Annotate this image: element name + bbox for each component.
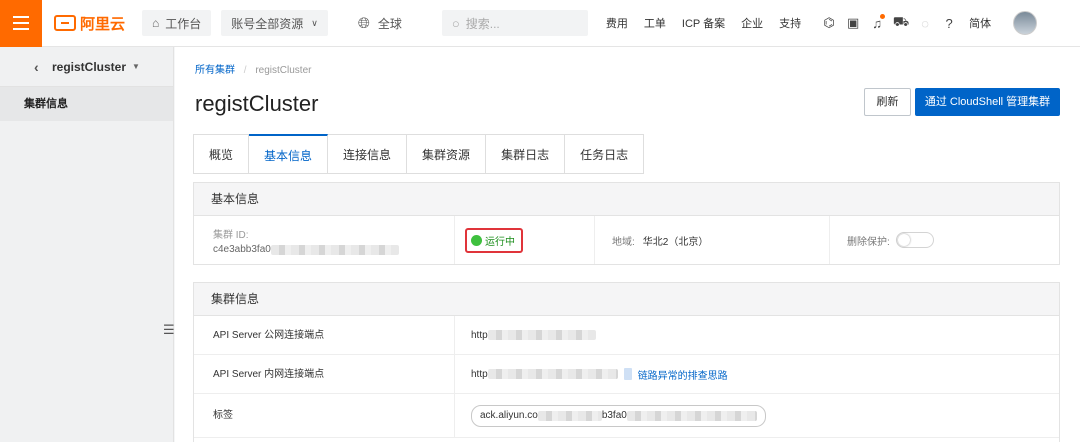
- redacted-tag-blur: [626, 410, 757, 421]
- public-endpoint-value: http: [455, 316, 1059, 354]
- terminal-icon[interactable]: ▣: [841, 15, 865, 31]
- public-endpoint-text: http: [471, 329, 488, 341]
- table-row: API Server 公网连接端点 http: [194, 316, 1059, 355]
- cluster-id-label: 集群 ID:: [213, 230, 249, 241]
- help-icon[interactable]: ?: [937, 16, 961, 31]
- aliyun-logo[interactable]: 阿里云: [54, 13, 134, 34]
- status-running-icon: [471, 234, 482, 246]
- caret-down-icon: ▼: [132, 62, 140, 71]
- basic-info-heading: 基本信息: [194, 183, 1059, 216]
- region-value: 华北2（北京）: [642, 236, 709, 248]
- breadcrumb-all-clusters[interactable]: 所有集群: [195, 65, 235, 76]
- main-content: 所有集群 / registCluster registCluster 刷新 通过…: [175, 47, 1080, 442]
- public-endpoint-label: API Server 公网连接端点: [194, 316, 455, 354]
- status-text: 运行中: [485, 236, 515, 248]
- status-cell: 运行中: [455, 216, 595, 264]
- back-chevron-icon[interactable]: ‹: [34, 59, 39, 75]
- region-selector[interactable]: 🌐︎ 全球: [358, 15, 402, 32]
- redacted-url-blur: [487, 330, 596, 340]
- tab-task-logs[interactable]: 任务日志: [565, 134, 645, 174]
- globe-icon: 🌐︎: [357, 14, 370, 32]
- tab-cluster-logs[interactable]: 集群日志: [486, 134, 566, 174]
- top-link-tickets[interactable]: 工单: [644, 15, 666, 31]
- breadcrumb-separator: /: [243, 65, 247, 76]
- language-switch[interactable]: 简体: [969, 15, 991, 31]
- sidebar: ‹ registCluster ▼ 集群信息: [0, 47, 174, 442]
- top-icons: ⌬ ▣ ♫ ⛟ ◌ ?: [817, 13, 961, 32]
- chevron-down-icon: ∨: [311, 17, 318, 28]
- refresh-button[interactable]: 刷新: [864, 88, 911, 116]
- delete-protection-label: 删除保护:: [847, 236, 890, 248]
- top-link-support[interactable]: 支持: [779, 15, 801, 31]
- region-label: 全球: [377, 16, 402, 31]
- account-scope-label: 账号全部资源: [231, 16, 304, 31]
- tab-connection-info[interactable]: 连接信息: [328, 134, 408, 174]
- private-endpoint-value: http 链路异常的排查思路: [455, 355, 1059, 393]
- collapse-sidebar-icon[interactable]: ☰: [163, 322, 175, 338]
- cloudshell-manage-button[interactable]: 通过 CloudShell 管理集群: [915, 88, 1060, 116]
- tag-chip[interactable]: ack.aliyun.co b3fa0: [471, 404, 766, 427]
- workbench-button[interactable]: ⌂ 工作台: [142, 10, 212, 36]
- delete-protection-cell: 删除保护:: [830, 216, 1059, 264]
- cloud-shell-icon[interactable]: ⌬: [817, 15, 841, 31]
- delete-protection-toggle[interactable]: [895, 232, 934, 248]
- tags-value: ack.aliyun.co b3fa0: [455, 394, 1059, 437]
- top-link-icp[interactable]: ICP 备案: [682, 15, 725, 31]
- basic-info-row: 集群 ID: c4e3abb3fa0 运行中 地域: 华北2（北京） 删除保护:: [194, 216, 1059, 264]
- redacted-tag-blur: [537, 410, 602, 421]
- top-link-enterprise[interactable]: 企业: [741, 15, 763, 31]
- account-scope-dropdown[interactable]: 账号全部资源 ∨: [221, 10, 328, 36]
- search-icon: ○: [451, 15, 460, 31]
- page-title: registCluster: [195, 91, 319, 116]
- detail-tabs: 概览 基本信息 连接信息 集群资源 集群日志 任务日志: [193, 134, 645, 174]
- cluster-id-text: c4e3abb3fa0: [213, 244, 271, 255]
- redacted-id-blur: [270, 244, 399, 255]
- info-icon: [623, 368, 632, 380]
- status-badge: 运行中: [465, 227, 523, 253]
- tab-cluster-resources[interactable]: 集群资源: [407, 134, 487, 174]
- cluster-id-cell: 集群 ID: c4e3abb3fa0: [194, 216, 455, 264]
- avatar[interactable]: [1013, 11, 1038, 35]
- tab-basic-info[interactable]: 基本信息: [249, 134, 329, 174]
- logo-text: 阿里云: [80, 15, 126, 33]
- breadcrumb-current: registCluster: [255, 65, 312, 76]
- workbench-label: 工作台: [165, 16, 202, 31]
- tags-label: 标签: [194, 394, 455, 437]
- top-links: 费用 工单 ICP 备案 企业 支持: [606, 15, 817, 31]
- search-input[interactable]: ○ 搜索...: [441, 10, 588, 36]
- cluster-info-panel: 集群信息 API Server 公网连接端点 http API Server 内…: [193, 282, 1060, 442]
- redacted-url-blur: [487, 369, 618, 379]
- sidebar-item-cluster-info[interactable]: 集群信息: [0, 87, 173, 121]
- cluster-switcher[interactable]: ‹ registCluster ▼: [0, 47, 173, 87]
- hamburger-menu-icon[interactable]: [0, 0, 42, 47]
- cluster-id-value: c4e3abb3fa0: [213, 244, 454, 255]
- top-link-fees[interactable]: 费用: [606, 15, 628, 31]
- cart-icon[interactable]: ⛟: [889, 14, 913, 32]
- table-row: API Server 内网连接端点 http 链路异常的排查思路: [194, 355, 1059, 394]
- home-icon: ⌂: [152, 16, 160, 30]
- table-row: 标签 ack.aliyun.co b3fa0: [194, 394, 1059, 438]
- tag-value-text: b3fa0: [601, 410, 627, 421]
- region-cell: 地域: 华北2（北京）: [595, 216, 830, 264]
- region-label: 地域:: [612, 236, 635, 248]
- troubleshoot-link[interactable]: 链路异常的排查思路: [638, 367, 728, 382]
- basic-info-panel: 基本信息 集群 ID: c4e3abb3fa0 运行中 地域: 华北2（北京）: [193, 182, 1060, 265]
- cluster-info-heading: 集群信息: [194, 283, 1059, 316]
- tag-key-text: ack.aliyun.co: [480, 410, 538, 421]
- breadcrumb: 所有集群 / registCluster: [195, 61, 311, 76]
- bell-icon[interactable]: ♫: [865, 13, 889, 31]
- sidebar-cluster-name: registCluster: [52, 59, 127, 74]
- notification-dot: [880, 13, 886, 19]
- tab-overview[interactable]: 概览: [193, 134, 250, 174]
- private-endpoint-label: API Server 内网连接端点: [194, 355, 455, 393]
- bulb-icon[interactable]: ◌: [913, 16, 937, 31]
- top-navigation-bar: 阿里云 ⌂ 工作台 账号全部资源 ∨ 🌐︎ 全球 ○ 搜索... 费用 工单 I…: [0, 0, 1080, 47]
- logo-mark-icon: [54, 15, 76, 31]
- search-placeholder: 搜索...: [465, 16, 500, 31]
- private-endpoint-text: http: [471, 368, 488, 380]
